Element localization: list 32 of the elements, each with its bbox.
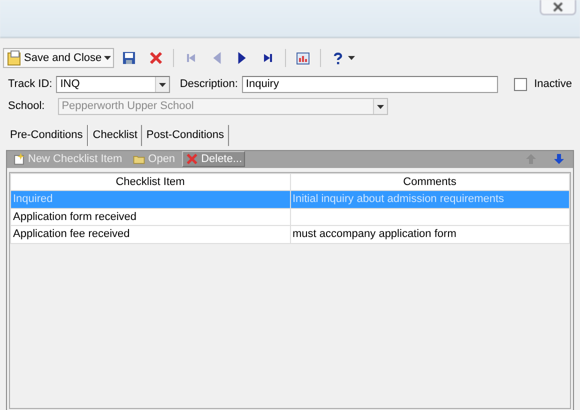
tab[interactable]: Checklist: [88, 125, 142, 146]
save-and-close-button[interactable]: Save and Close: [3, 48, 114, 68]
field-label: Track ID:: [8, 77, 52, 92]
delete-icon: [148, 50, 164, 66]
table-cell: Application form received: [13, 210, 137, 222]
report-icon: [294, 50, 311, 66]
down-arrow-icon: [552, 152, 566, 166]
table-cell: Inquired: [13, 193, 53, 205]
column-header[interactable]: Checklist Item: [10, 173, 290, 190]
up-arrow-icon: [524, 152, 538, 166]
track-id-combo[interactable]: INQ: [56, 76, 170, 93]
caret-icon: [348, 56, 355, 60]
table-cell: Initial inquiry about admission requirements: [292, 193, 504, 205]
column-header[interactable]: Comments: [290, 173, 570, 190]
table-cell: Application fee received: [13, 228, 130, 240]
next-icon: [238, 52, 246, 64]
save-icon: [120, 50, 137, 66]
close-icon: [552, 2, 564, 12]
field-label: School:: [8, 99, 45, 114]
tab[interactable]: Post-Conditions: [142, 125, 230, 146]
previous-icon: [212, 52, 221, 64]
new-item-icon: [12, 151, 26, 167]
table-cell: must accompany application form: [292, 228, 456, 240]
description-field[interactable]: Inquiry: [242, 76, 498, 93]
caret-icon: [376, 104, 384, 108]
delete-icon: [185, 151, 200, 167]
close-button[interactable]: [540, 0, 576, 15]
save-and-close-icon: [6, 50, 22, 66]
field-label: Description:: [180, 77, 238, 92]
caret-icon: [158, 82, 166, 86]
inactive-label: Inactive: [534, 77, 572, 92]
caret-icon: [104, 56, 111, 60]
